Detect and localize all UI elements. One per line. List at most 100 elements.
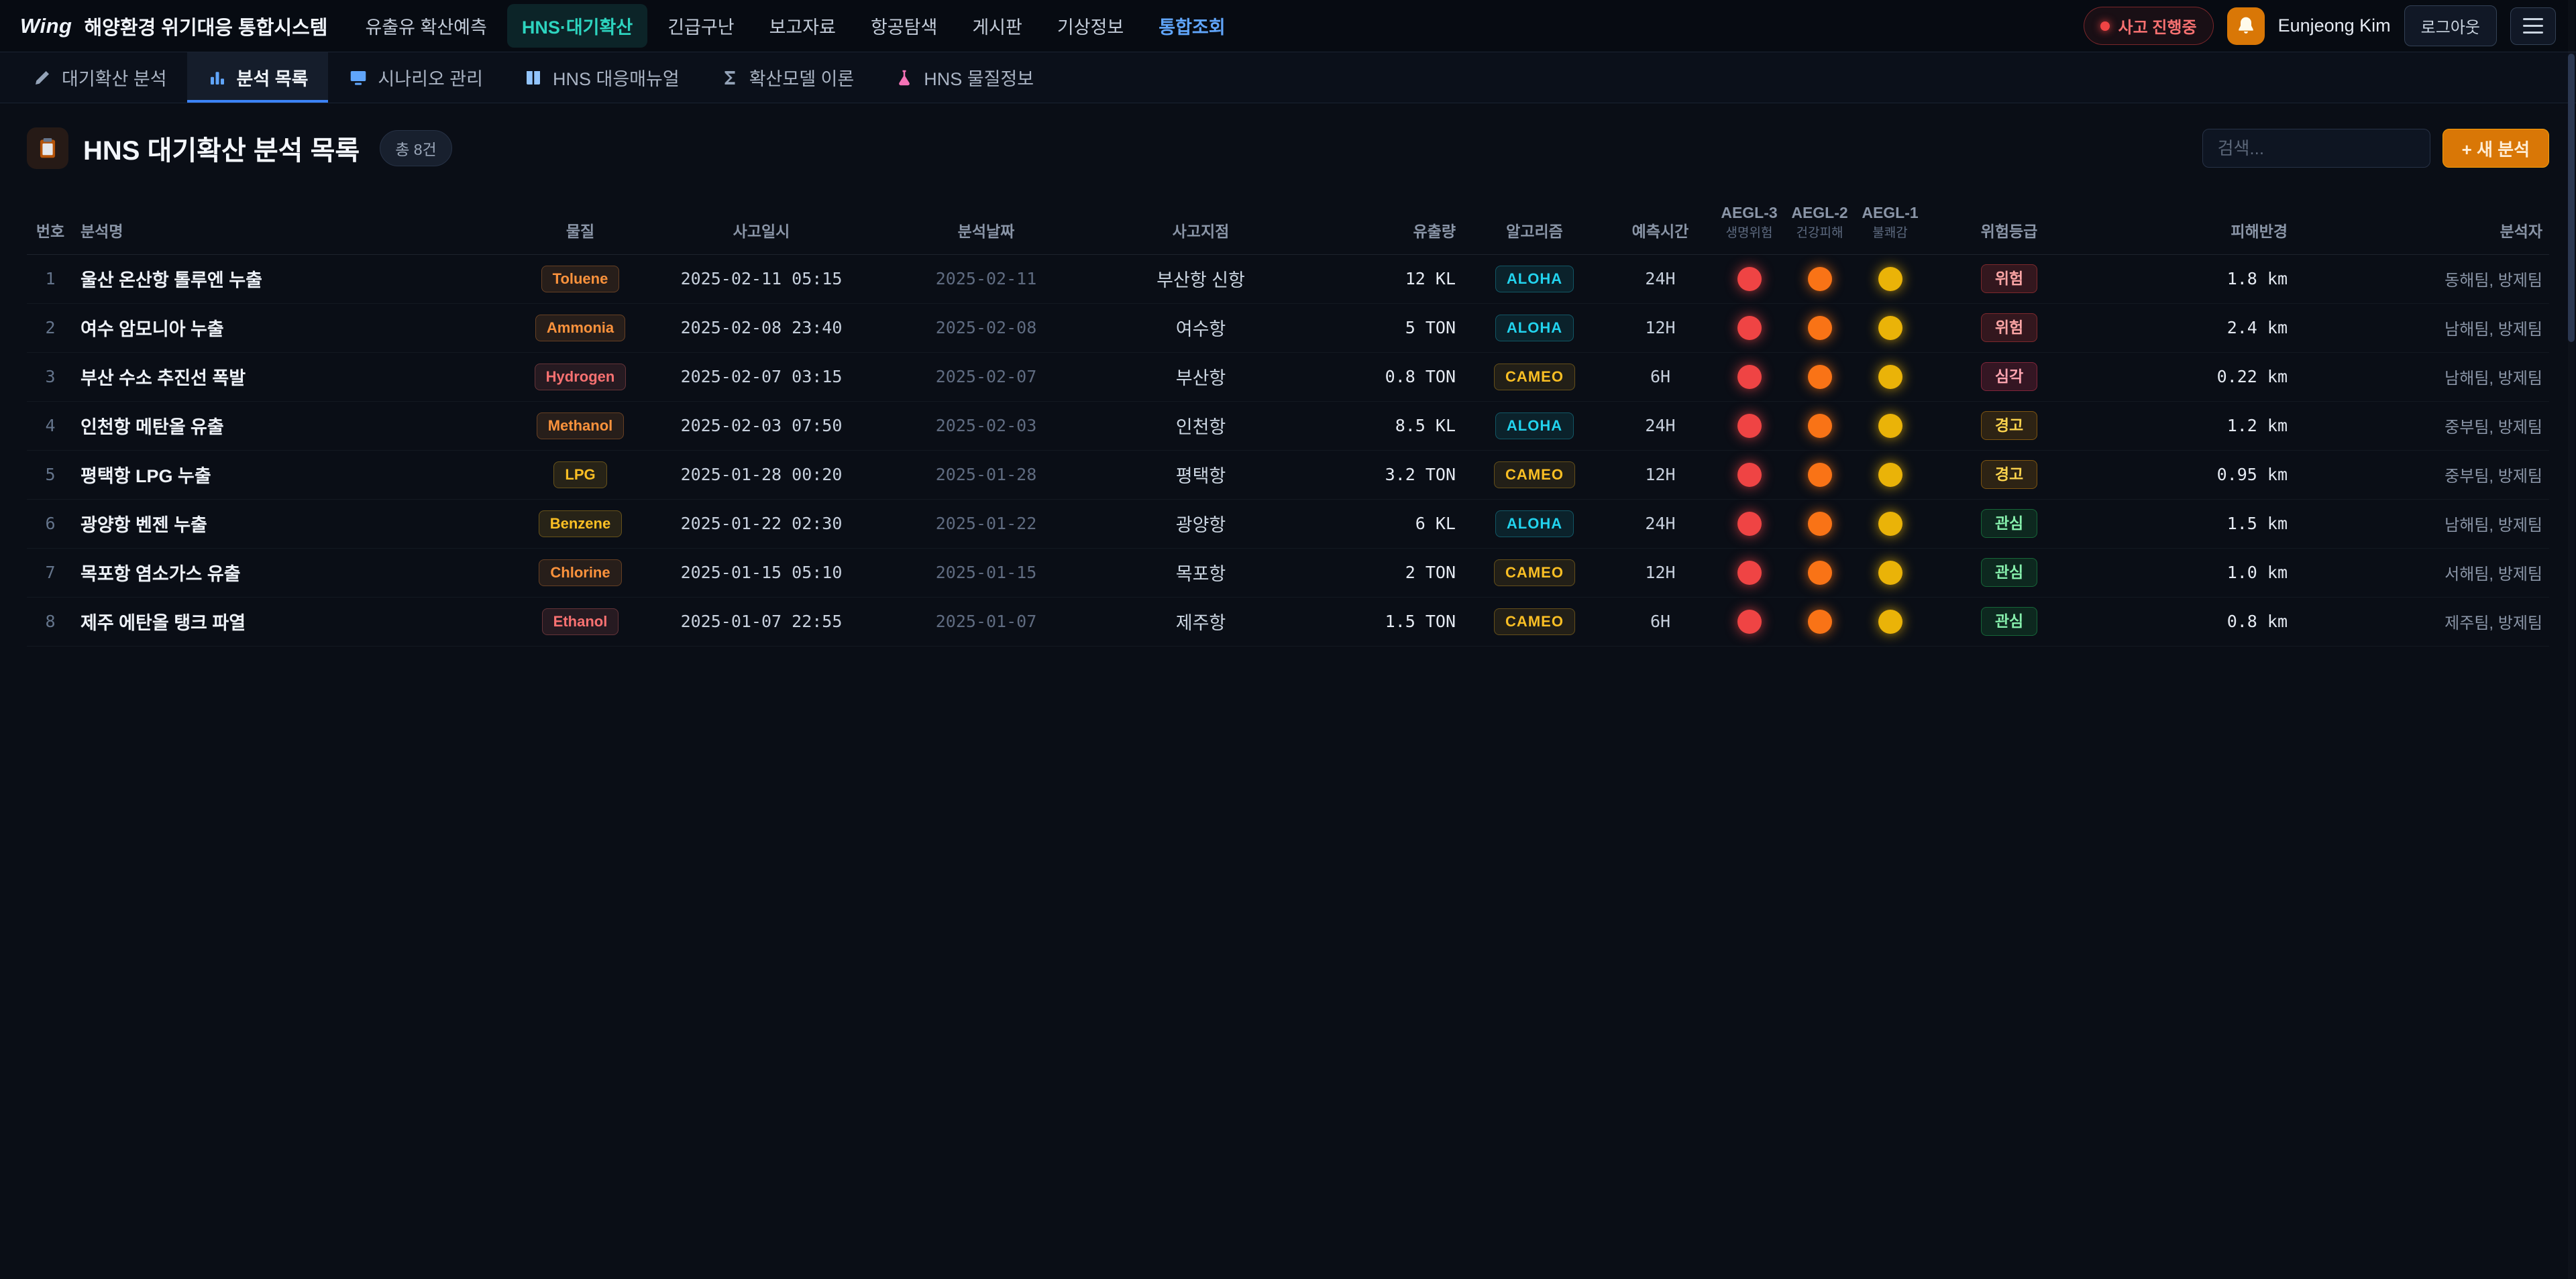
tab-2[interactable]: 시나리오 관리 (328, 52, 503, 103)
column-header: 번호 (27, 190, 74, 254)
table-header-row: 번호분석명물질사고일시분석날짜사고지점유출량알고리즘예측시간AEGL-3생명위험… (27, 190, 2549, 254)
notification-bell-button[interactable] (2227, 7, 2265, 45)
tab-5[interactable]: HNS 물질정보 (874, 52, 1054, 103)
aegl2-indicator-icon (1808, 610, 1832, 634)
accident-location: 부산항 신항 (1093, 254, 1308, 303)
nav-right: 사고 진행중 Eunjeong Kim 로그아웃 (2084, 5, 2556, 46)
analyst: 남해팀, 방제팀 (2294, 303, 2549, 352)
clipboard-icon (27, 127, 68, 169)
scrollbar-track[interactable] (2568, 0, 2575, 1279)
incident-status-badge[interactable]: 사고 진행중 (2084, 7, 2213, 45)
nav-item-3[interactable]: 보고자료 (755, 4, 851, 48)
algorithm-badge: CAMEO (1494, 608, 1575, 635)
risk-level-badge: 위험 (1981, 264, 2037, 293)
table-row[interactable]: 7목포항 염소가스 유출Chlorine2025-01-15 05:102025… (27, 548, 2549, 597)
nav-item-5[interactable]: 게시판 (957, 4, 1037, 48)
accident-location: 광양항 (1093, 499, 1308, 548)
accident-location: 여수항 (1093, 303, 1308, 352)
table-row[interactable]: 2여수 암모니아 누출Ammonia2025-02-08 23:402025-0… (27, 303, 2549, 352)
substance-badge: Methanol (537, 412, 625, 439)
row-number: 5 (27, 450, 74, 499)
row-number: 7 (27, 548, 74, 597)
column-header: 분석자 (2294, 190, 2549, 254)
bell-icon (2235, 15, 2257, 37)
table-row[interactable]: 5평택항 LPG 누출LPG2025-01-28 00:202025-01-28… (27, 450, 2549, 499)
analysis-name[interactable]: 인천항 메탄올 유출 (74, 401, 517, 450)
nav-item-1[interactable]: HNS·대기확산 (507, 4, 647, 48)
spill-amount: 8.5 KL (1308, 401, 1462, 450)
substance-badge: Chlorine (539, 559, 621, 586)
risk-level-badge: 심각 (1981, 362, 2037, 391)
damage-radius: 1.8 km (2093, 254, 2294, 303)
aegl3-indicator-icon (1737, 316, 1762, 340)
table-row[interactable]: 3부산 수소 추진선 폭발Hydrogen2025-02-07 03:15202… (27, 352, 2549, 401)
accident-datetime: 2025-02-08 23:40 (644, 303, 879, 352)
tab-1[interactable]: 분석 목록 (187, 52, 329, 103)
row-number: 1 (27, 254, 74, 303)
analysis-date: 2025-02-07 (879, 352, 1093, 401)
system-title: 해양환경 위기대응 통합시스템 (84, 12, 327, 40)
substance-badge: Toluene (541, 266, 620, 292)
analysis-name[interactable]: 제주 에탄올 탱크 파열 (74, 597, 517, 646)
page-header: HNS 대기확산 분석 목록 총 8건 + 새 분석 (27, 127, 2549, 169)
algorithm-badge: ALOHA (1495, 510, 1574, 537)
algorithm-badge: ALOHA (1495, 412, 1574, 439)
nav-item-7[interactable]: 통합조회 (1144, 4, 1240, 48)
algorithm-badge: CAMEO (1494, 559, 1575, 586)
risk-level-badge: 관심 (1981, 607, 2037, 636)
spill-amount: 5 TON (1308, 303, 1462, 352)
scrollbar-thumb[interactable] (2568, 54, 2575, 342)
aegl1-indicator-icon (1878, 267, 1902, 291)
damage-radius: 1.0 km (2093, 548, 2294, 597)
table-row[interactable]: 4인천항 메탄올 유출Methanol2025-02-03 07:502025-… (27, 401, 2549, 450)
table-row[interactable]: 8제주 에탄올 탱크 파열Ethanol2025-01-07 22:552025… (27, 597, 2549, 646)
column-header: 분석명 (74, 190, 517, 254)
analyst: 동해팀, 방제팀 (2294, 254, 2549, 303)
nav-item-4[interactable]: 항공탐색 (856, 4, 952, 48)
analysis-name[interactable]: 부산 수소 추진선 폭발 (74, 352, 517, 401)
spill-amount: 6 KL (1308, 499, 1462, 548)
analysis-name[interactable]: 여수 암모니아 누출 (74, 303, 517, 352)
analysis-name[interactable]: 광양항 벤젠 누출 (74, 499, 517, 548)
forecast-hours: 12H (1607, 548, 1714, 597)
search-input[interactable] (2202, 129, 2430, 168)
column-header: 예측시간 (1607, 190, 1714, 254)
tab-4[interactable]: 확산모델 이론 (700, 52, 875, 103)
substance-badge: Hydrogen (535, 364, 627, 390)
column-header: AEGL-1불쾌감 (1855, 190, 1925, 254)
analysis-date: 2025-01-22 (879, 499, 1093, 548)
new-analysis-button[interactable]: + 새 분석 (2443, 129, 2549, 168)
main-content: HNS 대기확산 분석 목록 총 8건 + 새 분석 번호분석명물질사고일시분석… (0, 127, 2576, 647)
tab-3[interactable]: HNS 대응매뉴얼 (503, 52, 700, 103)
analysis-name[interactable]: 울산 온산항 톨루엔 누출 (74, 254, 517, 303)
spill-amount: 0.8 TON (1308, 352, 1462, 401)
logout-button[interactable]: 로그아웃 (2404, 5, 2497, 46)
aegl3-indicator-icon (1737, 414, 1762, 438)
column-header: 유출량 (1308, 190, 1462, 254)
hamburger-menu-button[interactable] (2510, 7, 2556, 45)
nav-item-0[interactable]: 유출유 확산예측 (350, 4, 501, 48)
pencil-icon (32, 68, 52, 88)
nav-item-2[interactable]: 긴급구난 (653, 4, 749, 48)
analysis-name[interactable]: 평택항 LPG 누출 (74, 450, 517, 499)
column-header: 사고지점 (1093, 190, 1308, 254)
analyst: 서해팀, 방제팀 (2294, 548, 2549, 597)
nav-item-6[interactable]: 기상정보 (1042, 4, 1138, 48)
tab-label: HNS 대응매뉴얼 (553, 64, 680, 91)
accident-location: 평택항 (1093, 450, 1308, 499)
accident-location: 인천항 (1093, 401, 1308, 450)
damage-radius: 2.4 km (2093, 303, 2294, 352)
sigma-icon (720, 68, 740, 88)
risk-level-badge: 경고 (1981, 460, 2037, 489)
table-row[interactable]: 1울산 온산항 톨루엔 누출Toluene2025-02-11 05:15202… (27, 254, 2549, 303)
row-number: 8 (27, 597, 74, 646)
aegl1-indicator-icon (1878, 365, 1902, 389)
aegl2-indicator-icon (1808, 267, 1832, 291)
aegl3-indicator-icon (1737, 267, 1762, 291)
spill-amount: 2 TON (1308, 548, 1462, 597)
aegl3-indicator-icon (1737, 512, 1762, 536)
tab-0[interactable]: 대기확산 분석 (12, 52, 187, 103)
aegl3-indicator-icon (1737, 610, 1762, 634)
table-row[interactable]: 6광양항 벤젠 누출Benzene2025-01-22 02:302025-01… (27, 499, 2549, 548)
analysis-name[interactable]: 목포항 염소가스 유출 (74, 548, 517, 597)
